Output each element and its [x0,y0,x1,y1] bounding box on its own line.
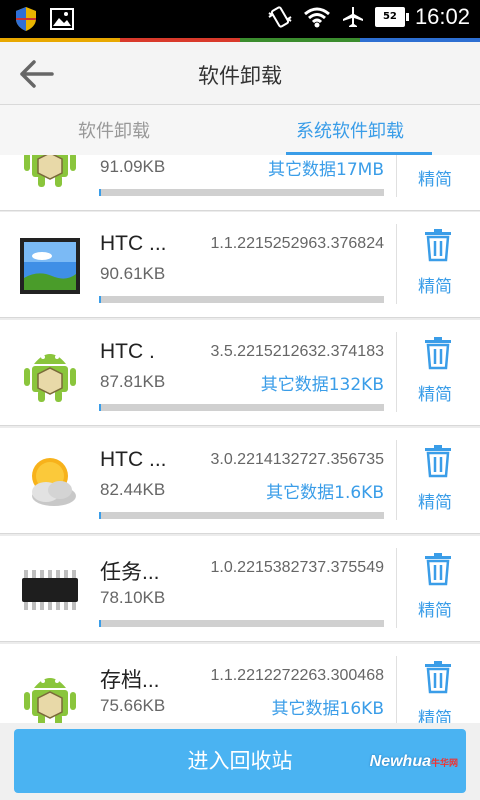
battery-icon: 52 [374,7,409,27]
trash-icon[interactable] [422,228,454,262]
app-name: HTC ... [100,448,167,471]
slim-button[interactable]: 精简 [418,272,452,297]
app-version: 1.1.2212272263.300468 [210,667,384,684]
android-icon [24,678,76,723]
size-bar [99,620,384,627]
android-icon [24,354,76,402]
size-bar [99,512,384,519]
tab-system-software-uninstall[interactable]: 系统软件卸载 [296,117,404,143]
trash-icon[interactable] [422,336,454,370]
status-bar: 52 16:02 [0,0,480,38]
trash-icon[interactable] [422,444,454,478]
app-version: 1.0.2215382737.375549 [210,559,384,576]
wifi-icon [303,7,330,28]
app-name: HTC ... [100,232,167,255]
list-item[interactable]: 任务... 1.0.2215382737.375549 78.10KB 精简 [0,536,480,642]
image-notification-icon [50,8,74,30]
app-size: 75.66KB [100,696,166,715]
app-size: 87.81KB [100,372,166,391]
list-item[interactable]: HTC . 3.5.2215212632.374183 87.81KB 其它数据… [0,320,480,426]
shield-icon [16,7,36,31]
footer: 进入回收站 Newhua牛华网 [0,723,480,800]
size-bar [99,404,384,411]
tab-bar: 软件卸载 系统软件卸载 [0,105,480,156]
size-bar [99,189,384,196]
app-list: 91.09KB 其它数据17MB 精简 HTC ... 1.1.22152529… [0,155,480,723]
trash-icon[interactable] [422,660,454,694]
app-size: 78.10KB [100,588,166,607]
vibrate-icon [268,6,292,28]
app-name: 存档... [100,669,160,692]
app-size: 90.61KB [100,264,166,283]
tab-software-uninstall[interactable]: 软件卸载 [78,117,150,143]
clock: 16:02 [414,4,470,29]
weather-icon [32,458,76,506]
page-title: 软件卸载 [198,64,282,88]
slim-button[interactable]: 精简 [418,596,452,621]
android-icon [24,155,76,187]
slim-button[interactable]: 精简 [418,380,452,405]
gallery-icon [20,238,80,294]
other-data: 其它数据16KB [271,699,384,719]
title-bar: 软件卸载 [0,42,480,105]
trash-icon[interactable] [422,552,454,586]
app-name: HTC . [100,340,155,363]
watermark: Newhua牛华网 [369,753,458,770]
app-name: 任务... [100,561,160,584]
size-bar [99,296,384,303]
app-version: 1.1.2215252963.376824 [210,235,384,252]
slim-button[interactable]: 精简 [418,704,452,723]
other-data: 其它数据17MB [268,160,384,180]
airplane-icon [342,7,363,27]
other-data: 其它数据1.6KB [266,483,384,503]
chip-icon [22,570,78,610]
app-size: 91.09KB [100,157,166,176]
slim-button[interactable]: 精简 [418,488,452,513]
list-item[interactable]: HTC ... 3.0.2214132727.356735 82.44KB 其它… [0,428,480,534]
other-data: 其它数据132KB [260,375,384,395]
app-size: 82.44KB [100,480,166,499]
slim-button[interactable]: 精简 [418,165,452,190]
list-item[interactable]: 91.09KB 其它数据17MB 精简 [0,155,480,211]
list-item[interactable]: 存档... 1.1.2212272263.300468 75.66KB 其它数据… [0,644,480,723]
app-version: 3.0.2214132727.356735 [210,451,384,468]
list-item[interactable]: HTC ... 1.1.2215252963.376824 90.61KB 精简 [0,212,480,318]
app-version: 3.5.2215212632.374183 [210,343,384,360]
